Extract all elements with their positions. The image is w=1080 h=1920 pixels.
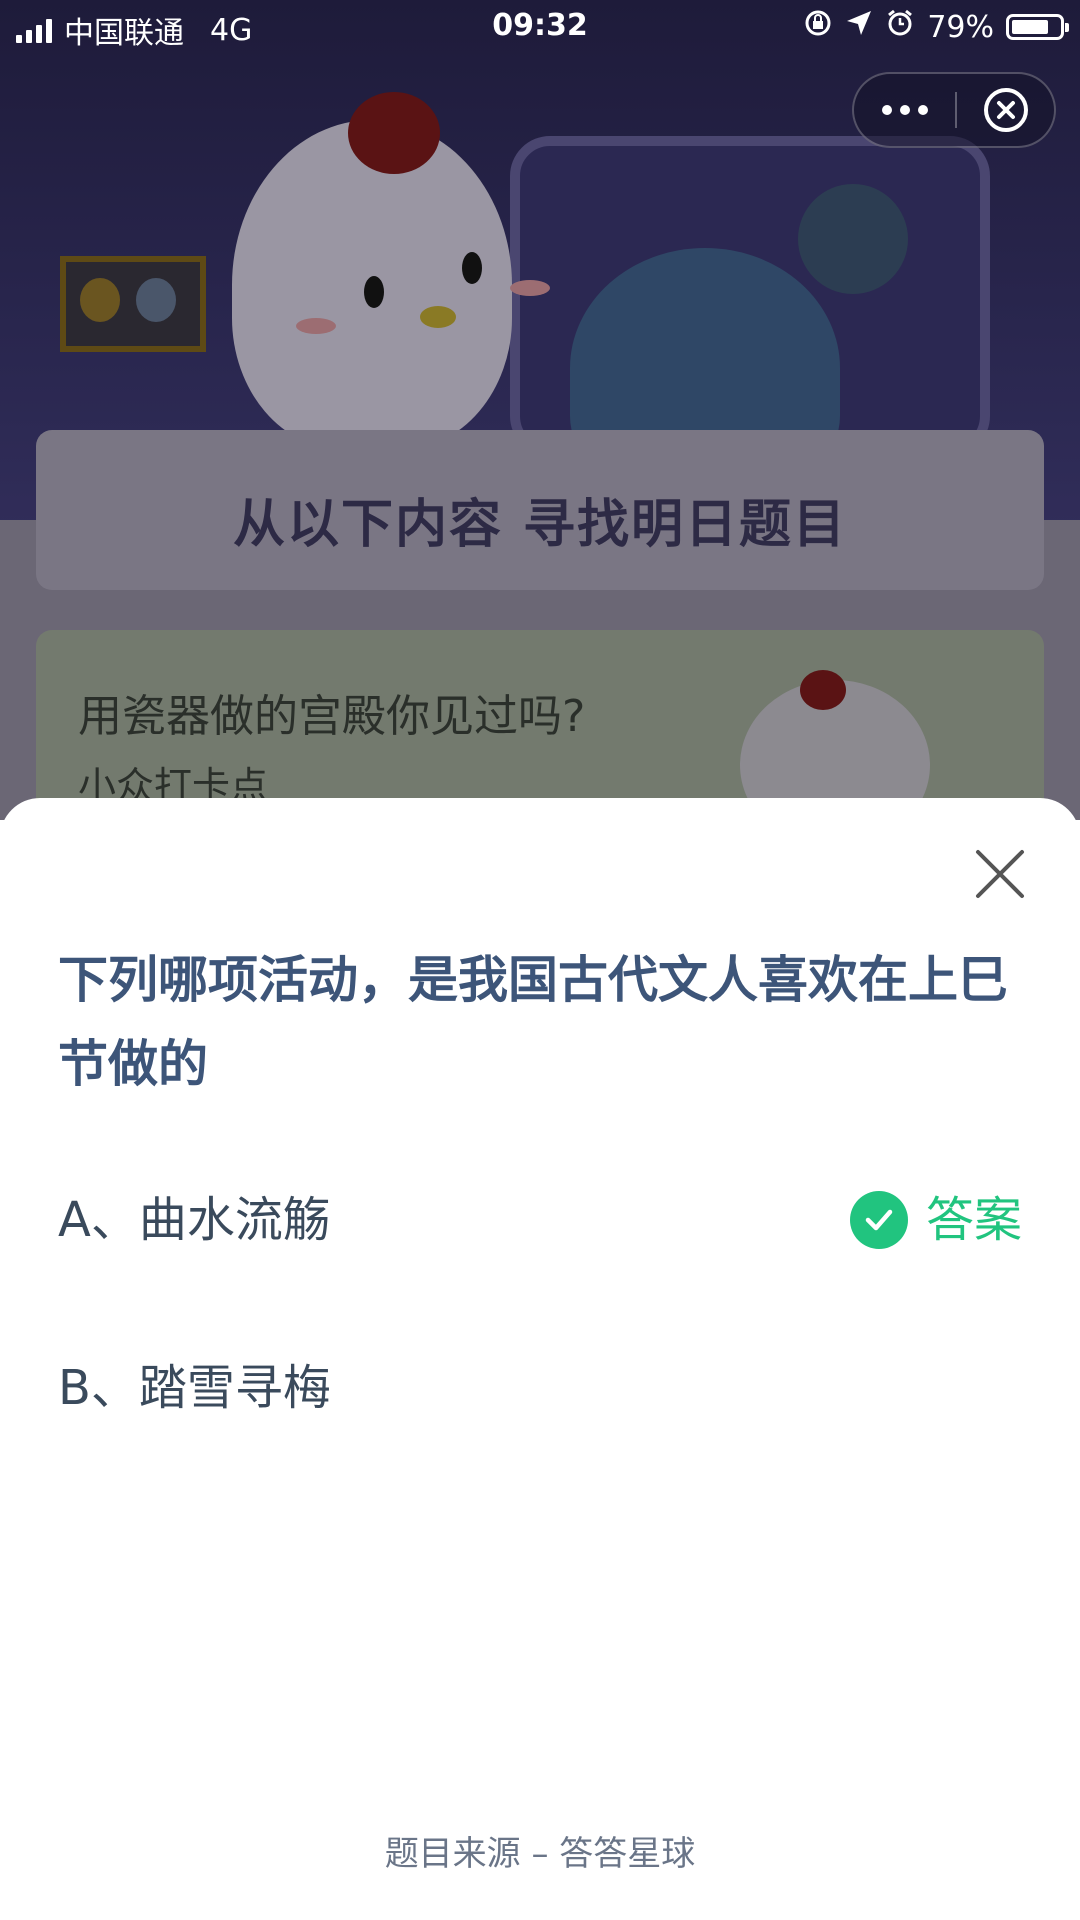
chicken-comb-illustration bbox=[348, 92, 440, 174]
planet-illustration bbox=[798, 184, 908, 294]
miniprogram-capsule bbox=[852, 72, 1056, 148]
chicken-blush bbox=[510, 280, 550, 296]
gold-medal-icon bbox=[80, 278, 120, 322]
option-a[interactable]: A、曲水流觞 答案 bbox=[58, 1180, 1022, 1260]
silver-medal-icon bbox=[136, 278, 176, 322]
banner-title: 从以下内容 寻找明日题目 bbox=[232, 495, 848, 555]
option-b[interactable]: B、踏雪寻梅 bbox=[58, 1348, 1022, 1428]
close-icon[interactable] bbox=[972, 846, 1028, 902]
battery-fill bbox=[1012, 20, 1048, 34]
question-source-footer: 题目来源 – 答答星球 bbox=[384, 1834, 696, 1874]
battery-icon bbox=[1006, 14, 1069, 40]
option-b-label: B、踏雪寻梅 bbox=[58, 1360, 331, 1416]
chicken-blush bbox=[296, 318, 336, 334]
answer-tag: 答案 bbox=[849, 1180, 1022, 1260]
rotation-lock-icon bbox=[803, 8, 833, 46]
check-icon bbox=[849, 1191, 908, 1249]
chicken-beak bbox=[420, 306, 456, 328]
chicken-eye bbox=[462, 252, 482, 284]
location-arrow-icon bbox=[845, 9, 873, 45]
option-a-label: A、曲水流觞 bbox=[58, 1192, 331, 1248]
alarm-icon bbox=[885, 8, 915, 46]
content-card-title: 用瓷器做的宫殿你见过吗? bbox=[78, 691, 586, 742]
circle-close-icon[interactable] bbox=[957, 74, 1054, 146]
chicken-comb-illustration bbox=[800, 670, 846, 710]
question-text: 下列哪项活动，是我国古代文人喜欢在上巳节做的 bbox=[58, 951, 1008, 1093]
chicken-eye bbox=[364, 276, 384, 308]
status-bar: 中国联通 4G 09:32 79% bbox=[0, 0, 1080, 56]
banner-card: 从以下内容 寻找明日题目 bbox=[36, 430, 1044, 590]
more-dots-icon[interactable] bbox=[854, 74, 955, 146]
answer-label: 答案 bbox=[925, 1192, 1022, 1248]
battery-percent: 79% bbox=[927, 9, 994, 45]
